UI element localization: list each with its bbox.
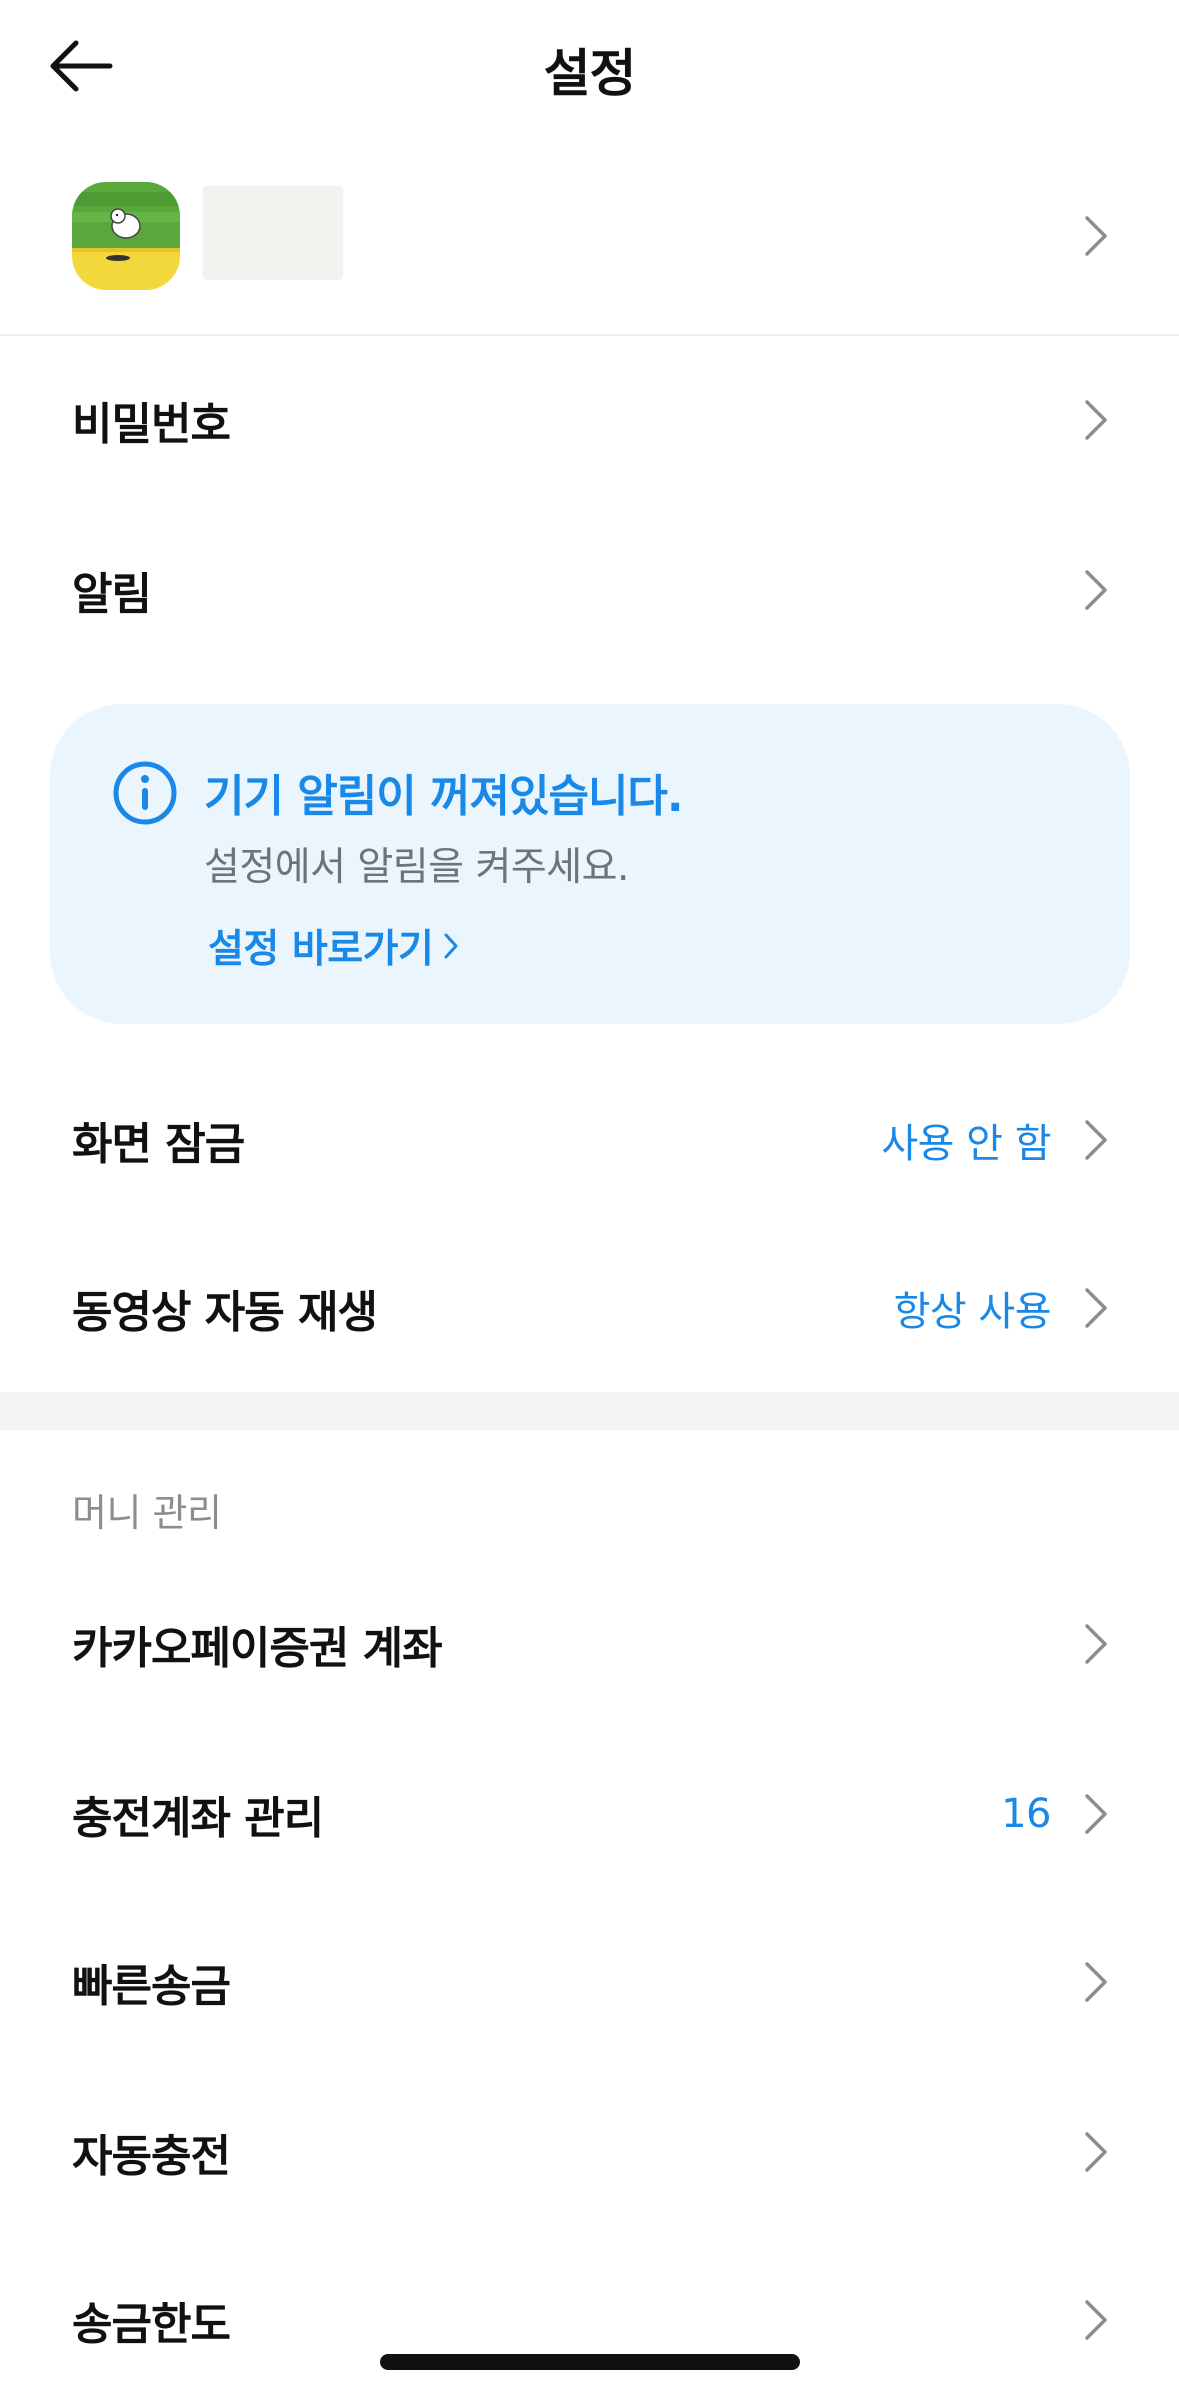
- chevron-right-icon: [1085, 2300, 1107, 2340]
- open-settings-link[interactable]: 설정 바로가기: [208, 918, 459, 974]
- row-label: 카카오페이증권 계좌: [72, 1623, 443, 1674]
- row-label: 충전계좌 관리: [72, 1793, 324, 1844]
- chevron-right-icon: [1085, 570, 1107, 610]
- notification-off-banner: 기기 알림이 꺼져있습니다. 설정에서 알림을 켜주세요. 설정 바로가기: [50, 704, 1130, 1024]
- chevron-right-icon: [1085, 1288, 1107, 1328]
- row-value: 16: [1001, 1791, 1051, 1837]
- banner-description: 설정에서 알림을 켜주세요.: [204, 845, 629, 890]
- row-value: 사용 안 함: [881, 1121, 1051, 1167]
- quick-transfer-row[interactable]: 빠른송금: [0, 1898, 1179, 2066]
- page-title: 설정: [543, 45, 637, 104]
- dog-illustration-icon: [72, 182, 180, 290]
- row-label: 알림: [72, 569, 152, 620]
- row-label: 동영상 자동 재생: [72, 1287, 378, 1338]
- auto-charge-row[interactable]: 자동충전: [0, 2068, 1179, 2236]
- avatar: [72, 182, 180, 290]
- chevron-right-icon: [1085, 1624, 1107, 1664]
- row-label: 자동충전: [72, 2131, 231, 2182]
- row-label: 송금한도: [72, 2299, 231, 2350]
- row-value: 항상 사용: [893, 1289, 1052, 1335]
- chevron-right-icon: [1085, 1794, 1107, 1834]
- row-label: 비밀번호: [72, 399, 231, 450]
- chevron-right-icon: [1085, 2132, 1107, 2172]
- screen-lock-row[interactable]: 화면 잠금 사용 안 함: [0, 1056, 1179, 1224]
- chevron-right-icon: [444, 933, 458, 959]
- securities-account-row[interactable]: 카카오페이증권 계좌: [0, 1560, 1179, 1728]
- charge-account-row[interactable]: 충전계좌 관리 16: [0, 1730, 1179, 1898]
- chevron-right-icon: [1085, 1962, 1107, 2002]
- password-row[interactable]: 비밀번호: [0, 336, 1179, 504]
- chevron-right-icon: [1085, 400, 1107, 440]
- settings-screen: 설정 비밀번호 알림 기기 알림이 꺼져있습니다. 설정에서 알림을 켜주세요.…: [0, 0, 1179, 2396]
- row-label: 빠른송금: [72, 1961, 231, 2012]
- top-bar: 설정: [0, 0, 1179, 130]
- row-label: 화면 잠금: [72, 1119, 245, 1170]
- banner-title: 기기 알림이 꺼져있습니다.: [204, 771, 684, 822]
- profile-row[interactable]: [0, 170, 1179, 330]
- open-settings-link-label: 설정 바로가기: [208, 927, 434, 972]
- profile-name-placeholder: [203, 186, 343, 280]
- transfer-limit-row[interactable]: 송금한도: [0, 2236, 1179, 2396]
- section-header-money: 머니 관리: [72, 1491, 222, 1535]
- chevron-right-icon: [1085, 1120, 1107, 1160]
- section-divider: [0, 1392, 1179, 1430]
- notifications-row[interactable]: 알림: [0, 506, 1179, 674]
- home-indicator: [380, 2354, 800, 2370]
- info-icon: [113, 761, 177, 825]
- chevron-right-icon: [1085, 216, 1107, 256]
- video-autoplay-row[interactable]: 동영상 자동 재생 항상 사용: [0, 1224, 1179, 1392]
